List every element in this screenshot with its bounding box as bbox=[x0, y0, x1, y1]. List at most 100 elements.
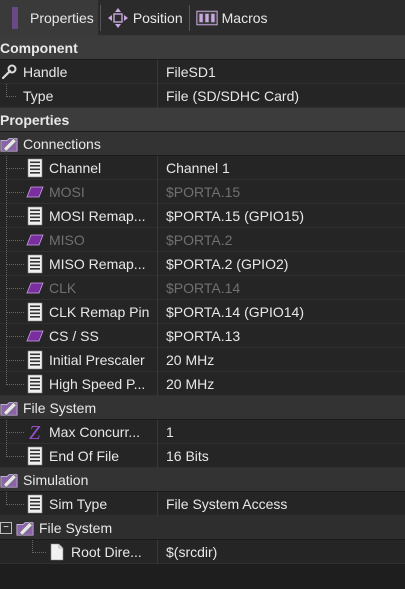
group-simulation[interactable]: Simulation bbox=[0, 468, 405, 492]
property-value[interactable]: $PORTA.15 (GPIO15) bbox=[158, 208, 304, 224]
property-row[interactable]: MOSI $PORTA.15 bbox=[0, 180, 405, 204]
toolbar-divider bbox=[188, 4, 190, 31]
property-row[interactable]: CS / SS $PORTA.13 bbox=[0, 324, 405, 348]
file-system-list: Z Max Concurr... 1 End Of File 16 Bits bbox=[0, 420, 405, 468]
property-value: $PORTA.15 bbox=[166, 183, 241, 200]
property-name: Channel bbox=[49, 159, 102, 176]
property-row[interactable]: CLK Remap Pin $PORTA.14 (GPIO14) bbox=[0, 300, 405, 324]
group-sim-file-system[interactable]: − File System bbox=[0, 516, 405, 540]
property-name: CLK bbox=[49, 279, 77, 296]
property-row[interactable]: High Speed P... 20 MHz bbox=[0, 372, 405, 396]
pin-icon bbox=[26, 230, 44, 250]
position-tab-label: Position bbox=[132, 9, 183, 26]
group-label: Simulation bbox=[23, 471, 89, 488]
property-row[interactable]: Channel Channel 1 bbox=[0, 156, 405, 180]
property-name: Root Dire... bbox=[71, 543, 142, 560]
tree-line bbox=[0, 180, 26, 203]
folder-icon bbox=[0, 134, 18, 154]
group-label: Connections bbox=[23, 135, 101, 152]
document-icon bbox=[48, 542, 66, 562]
property-value: $PORTA.2 bbox=[166, 231, 233, 248]
tree-line bbox=[0, 276, 26, 299]
tree-line bbox=[0, 84, 18, 107]
property-name: MOSI Remap... bbox=[49, 207, 146, 224]
tree-line bbox=[0, 444, 26, 467]
collapse-toggle[interactable]: − bbox=[0, 521, 12, 534]
property-name: Type bbox=[23, 87, 54, 104]
property-value[interactable]: 1 bbox=[158, 424, 174, 440]
property-row[interactable]: MOSI Remap... $PORTA.15 (GPIO15) bbox=[0, 204, 405, 228]
folder-icon bbox=[16, 518, 34, 538]
toolbar: Properties Position Macros bbox=[0, 0, 405, 36]
move-arrows-icon bbox=[107, 7, 129, 29]
property-value[interactable]: FileSD1 bbox=[158, 64, 216, 80]
property-value[interactable]: File System Access bbox=[158, 496, 287, 512]
properties-icon bbox=[4, 6, 26, 29]
tree-line bbox=[0, 228, 26, 251]
property-row[interactable]: MISO $PORTA.2 bbox=[0, 228, 405, 252]
property-name: End Of File bbox=[49, 447, 120, 464]
property-value[interactable]: $(srcdir) bbox=[158, 544, 217, 560]
property-name: MOSI bbox=[49, 183, 85, 200]
category-properties[interactable]: Properties bbox=[0, 108, 405, 132]
category-component[interactable]: Component bbox=[0, 36, 405, 60]
list-icon bbox=[26, 302, 44, 322]
macros-tab[interactable]: Macros bbox=[192, 0, 272, 35]
property-value[interactable]: 20 MHz bbox=[158, 376, 214, 392]
property-value[interactable]: $PORTA.13 bbox=[158, 328, 240, 344]
property-value[interactable]: 20 MHz bbox=[158, 352, 214, 368]
property-row[interactable]: MISO Remap... $PORTA.2 (GPIO2) bbox=[0, 252, 405, 276]
property-row[interactable]: CLK $PORTA.14 bbox=[0, 276, 405, 300]
property-row[interactable]: End Of File 16 Bits bbox=[0, 444, 405, 468]
property-row-root-dir[interactable]: Root Dire... $(srcdir) bbox=[0, 540, 405, 564]
wrench-icon bbox=[0, 62, 18, 82]
number-z-icon: Z bbox=[26, 422, 44, 442]
tree-line bbox=[0, 492, 26, 515]
tree-line bbox=[0, 324, 26, 347]
tree-line bbox=[0, 252, 26, 275]
folder-icon bbox=[0, 470, 18, 490]
pin-icon bbox=[26, 278, 44, 298]
property-name: MISO Remap... bbox=[49, 255, 146, 272]
property-name: Max Concurr... bbox=[49, 423, 141, 440]
connections-list: Channel Channel 1 MOSI $PORTA.15 MOSI Remap.… bbox=[0, 156, 405, 396]
property-name: Sim Type bbox=[49, 495, 108, 512]
property-name: Initial Prescaler bbox=[49, 351, 145, 368]
list-icon bbox=[26, 374, 44, 394]
tree-line bbox=[0, 156, 26, 179]
property-value[interactable]: $PORTA.2 (GPIO2) bbox=[158, 256, 288, 272]
tree-line bbox=[0, 348, 26, 371]
property-name: CS / SS bbox=[49, 327, 99, 344]
pin-icon bbox=[26, 326, 44, 346]
group-label: File System bbox=[23, 399, 97, 416]
position-tab[interactable]: Position bbox=[103, 0, 187, 35]
toolbar-divider bbox=[99, 4, 101, 31]
tree-line bbox=[26, 540, 48, 563]
property-row[interactable]: Z Max Concurr... 1 bbox=[0, 420, 405, 444]
group-file-system[interactable]: File System bbox=[0, 396, 405, 420]
property-name: CLK Remap Pin bbox=[49, 303, 150, 320]
list-icon bbox=[26, 158, 44, 178]
property-name: Handle bbox=[23, 63, 68, 80]
tree-line bbox=[0, 300, 26, 323]
property-value[interactable]: Channel 1 bbox=[158, 160, 230, 176]
group-connections[interactable]: Connections bbox=[0, 132, 405, 156]
property-grid: Component Handle FileSD1 Type File (SD/S… bbox=[0, 36, 405, 564]
property-row[interactable]: Initial Prescaler 20 MHz bbox=[0, 348, 405, 372]
property-row-type[interactable]: Type File (SD/SDHC Card) bbox=[0, 84, 405, 108]
property-row-handle[interactable]: Handle FileSD1 bbox=[0, 60, 405, 84]
macro-film-icon bbox=[195, 7, 218, 29]
list-icon bbox=[26, 254, 44, 274]
property-row[interactable]: Sim Type File System Access bbox=[0, 492, 405, 516]
property-name: MISO bbox=[49, 231, 85, 248]
list-icon bbox=[26, 350, 44, 370]
property-value[interactable]: $PORTA.14 (GPIO14) bbox=[158, 304, 304, 320]
tree-line bbox=[0, 204, 26, 227]
list-icon bbox=[26, 446, 44, 466]
property-name: High Speed P... bbox=[49, 375, 146, 392]
property-value[interactable]: 16 Bits bbox=[158, 448, 209, 464]
properties-tab[interactable]: Properties bbox=[0, 0, 98, 35]
tree-line bbox=[0, 372, 26, 395]
properties-tab-label: Properties bbox=[30, 9, 94, 26]
property-value: File (SD/SDHC Card) bbox=[166, 87, 300, 104]
